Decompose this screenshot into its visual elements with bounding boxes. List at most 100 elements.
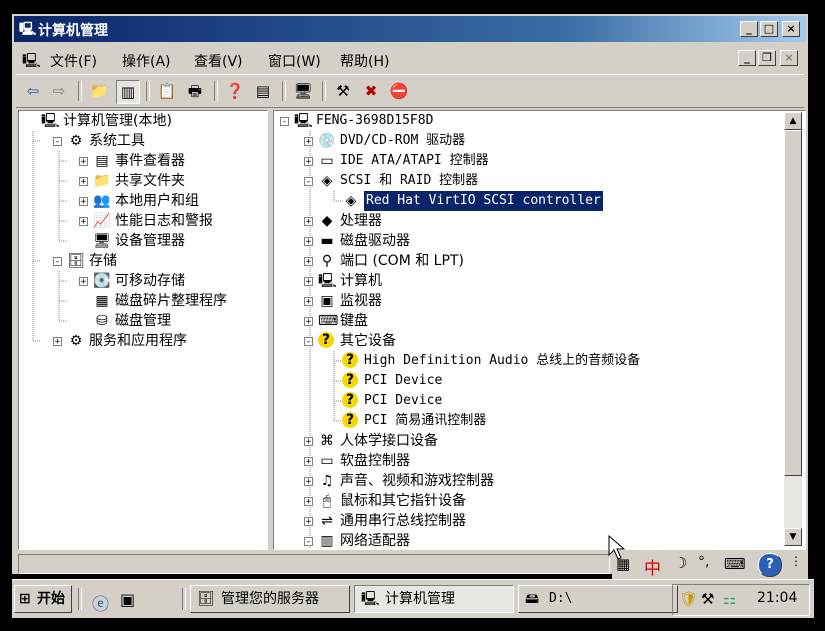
tree-item[interactable]: + 💿 DVD/CD-ROM 驱动器: [274, 131, 782, 151]
help-icon[interactable]: ❓: [224, 80, 246, 102]
tree-item[interactable]: - ⚙ 系统工具: [19, 131, 265, 151]
tree-item[interactable]: ? PCI Device: [274, 371, 782, 391]
child-minimize-button[interactable]: _: [738, 50, 756, 66]
expand-button[interactable]: +: [304, 497, 313, 507]
network-icon[interactable]: ⚏: [723, 590, 736, 608]
tree-item[interactable]: + 👥 本地用户和组: [19, 191, 265, 211]
expand-button[interactable]: +: [304, 297, 313, 307]
properties-icon[interactable]: 📋: [156, 80, 178, 102]
task-computer-management[interactable]: 🖳 计算机管理: [354, 585, 514, 613]
expand-button[interactable]: +: [79, 197, 88, 207]
shield-icon[interactable]: 🛡: [679, 590, 698, 608]
expand-button[interactable]: +: [304, 317, 313, 327]
soft-keyboard-icon[interactable]: ⌨: [724, 555, 746, 573]
tree-item[interactable]: + 💽 可移动存储: [19, 271, 265, 291]
expand-button[interactable]: +: [53, 337, 62, 347]
language-bar[interactable]: ▦ 中 ☽ °, ⌨ ? ⋮: [612, 550, 808, 580]
tree-item[interactable]: + ▤ 事件查看器: [19, 151, 265, 171]
tree-item[interactable]: + 🖱 鼠标和其它指针设备: [274, 491, 782, 511]
tree-item[interactable]: + ◆ 处理器: [274, 211, 782, 231]
tree-item[interactable]: + ▬ 磁盘驱动器: [274, 231, 782, 251]
forward-arrow-icon[interactable]: ⇨: [48, 80, 70, 102]
tree-item[interactable]: + 📈 性能日志和警报: [19, 211, 265, 231]
menu-window[interactable]: 窗口(W): [268, 51, 321, 71]
expand-button[interactable]: +: [79, 157, 88, 167]
tree-item[interactable]: - 🗄 存储: [19, 251, 265, 271]
scan-hardware-icon[interactable]: 🖥: [292, 80, 314, 102]
device-tree-pane[interactable]: - 🖳 FENG-3698D15F8D + 💿 DVD/CD-ROM 驱动器 + ▭ IDE A…: [273, 110, 806, 550]
scroll-down-button[interactable]: ▼: [784, 528, 802, 546]
minimize-button[interactable]: _: [740, 21, 758, 37]
tree-item[interactable]: - ◈ SCSI 和 RAID 控制器: [274, 171, 782, 191]
tree-item[interactable]: - ▥ 网络适配器: [274, 531, 782, 551]
ie-icon[interactable]: ⓔ: [92, 590, 109, 615]
update-driver-icon[interactable]: ⚒: [332, 80, 354, 102]
start-button[interactable]: ⊞ 开始: [14, 585, 72, 613]
child-restore-button[interactable]: ❐: [758, 50, 776, 66]
half-width-icon[interactable]: ☽: [674, 554, 687, 572]
tree-item[interactable]: ◈ Red Hat VirtIO SCSI controller: [274, 190, 782, 212]
expand-button[interactable]: +: [304, 257, 313, 267]
expand-button[interactable]: +: [304, 517, 313, 527]
language-indicator[interactable]: 中: [644, 554, 661, 579]
expand-button[interactable]: +: [304, 237, 313, 247]
child-close-button[interactable]: ×: [780, 50, 798, 66]
menu-help[interactable]: 帮助(H): [340, 51, 389, 71]
expand-button[interactable]: +: [79, 277, 88, 287]
scrollbar-thumb[interactable]: [784, 130, 802, 476]
maximize-button[interactable]: □: [760, 21, 778, 37]
collapse-button[interactable]: -: [53, 257, 62, 267]
export-list-icon[interactable]: ▤: [252, 80, 274, 102]
tree-item[interactable]: ▦ 磁盘碎片整理程序: [19, 291, 265, 311]
punctuation-icon[interactable]: °,: [698, 554, 709, 570]
tree-item[interactable]: ? High Definition Audio 总线上的音频设备: [274, 351, 782, 371]
tree-item[interactable]: + ▣ 监视器: [274, 291, 782, 311]
tree-item[interactable]: + ▭ IDE ATA/ATAPI 控制器: [274, 151, 782, 171]
tree-item[interactable]: -? 其它设备: [274, 331, 782, 351]
tree-item[interactable]: + ▭ 软盘控制器: [274, 451, 782, 471]
task-drive-d[interactable]: 🖴 D:\: [518, 585, 678, 613]
menu-file[interactable]: 文件(F): [50, 51, 97, 71]
menu-view[interactable]: 查看(V): [194, 51, 243, 71]
tree-item[interactable]: 🖥 设备管理器: [19, 231, 265, 251]
show-tree-icon[interactable]: ▥: [116, 80, 140, 104]
expand-button[interactable]: +: [79, 217, 88, 227]
tree-item[interactable]: 🖳 计算机管理(本地): [19, 111, 265, 131]
tree-item[interactable]: ⛁ 磁盘管理: [19, 311, 265, 331]
collapse-button[interactable]: -: [53, 137, 62, 147]
tree-item[interactable]: + ♫ 声音、视频和游戏控制器: [274, 471, 782, 491]
tree-item[interactable]: - 🖳 FENG-3698D15F8D: [274, 111, 782, 131]
tree-item[interactable]: + ⇌ 通用串行总线控制器: [274, 511, 782, 531]
clock[interactable]: 21:04: [757, 590, 797, 606]
up-folder-icon[interactable]: 📁: [88, 80, 110, 102]
expand-button[interactable]: +: [304, 437, 313, 447]
title-bar[interactable]: 🖳 计算机管理 _ □ ×: [14, 16, 806, 42]
collapse-button[interactable]: -: [304, 177, 313, 187]
close-button[interactable]: ×: [782, 21, 800, 37]
tree-item[interactable]: + ⌘ 人体学接口设备: [274, 431, 782, 451]
vertical-scrollbar[interactable]: ▲ ▼: [784, 112, 802, 546]
tree-item[interactable]: + 📁 共享文件夹: [19, 171, 265, 191]
back-arrow-icon[interactable]: ⇦: [22, 80, 44, 102]
help-icon[interactable]: ?: [758, 553, 782, 577]
options-icon[interactable]: ⋮: [790, 554, 802, 568]
collapse-button[interactable]: -: [304, 337, 313, 347]
menu-action[interactable]: 操作(A): [122, 51, 171, 71]
expand-button[interactable]: +: [304, 457, 313, 467]
console-tree-pane[interactable]: 🖳 计算机管理(本地) - ⚙ 系统工具 + ▤ 事件查看器 + 📁 共享文件夹 + 👥 本地用户和组 + 📈…: [18, 110, 268, 550]
tools-icon[interactable]: ⚒: [701, 590, 714, 608]
disable-device-icon[interactable]: ⛔: [388, 80, 410, 102]
tree-item[interactable]: + 🖳 计算机: [274, 271, 782, 291]
task-server-manager[interactable]: 🗄 管理您的服务器: [190, 585, 350, 613]
expand-button[interactable]: +: [79, 177, 88, 187]
tree-item[interactable]: + ⌨ 键盘: [274, 311, 782, 331]
collapse-button[interactable]: -: [304, 537, 313, 547]
tree-item[interactable]: + ⚲ 端口 (COM 和 LPT): [274, 251, 782, 271]
scroll-up-button[interactable]: ▲: [784, 112, 802, 130]
print-icon[interactable]: 🖶: [184, 80, 206, 102]
expand-button[interactable]: +: [304, 157, 313, 167]
desktop-icon[interactable]: ▣: [120, 590, 135, 609]
expand-button[interactable]: +: [304, 477, 313, 487]
tree-item[interactable]: ? PCI 简易通讯控制器: [274, 411, 782, 431]
collapse-button[interactable]: -: [280, 117, 289, 127]
